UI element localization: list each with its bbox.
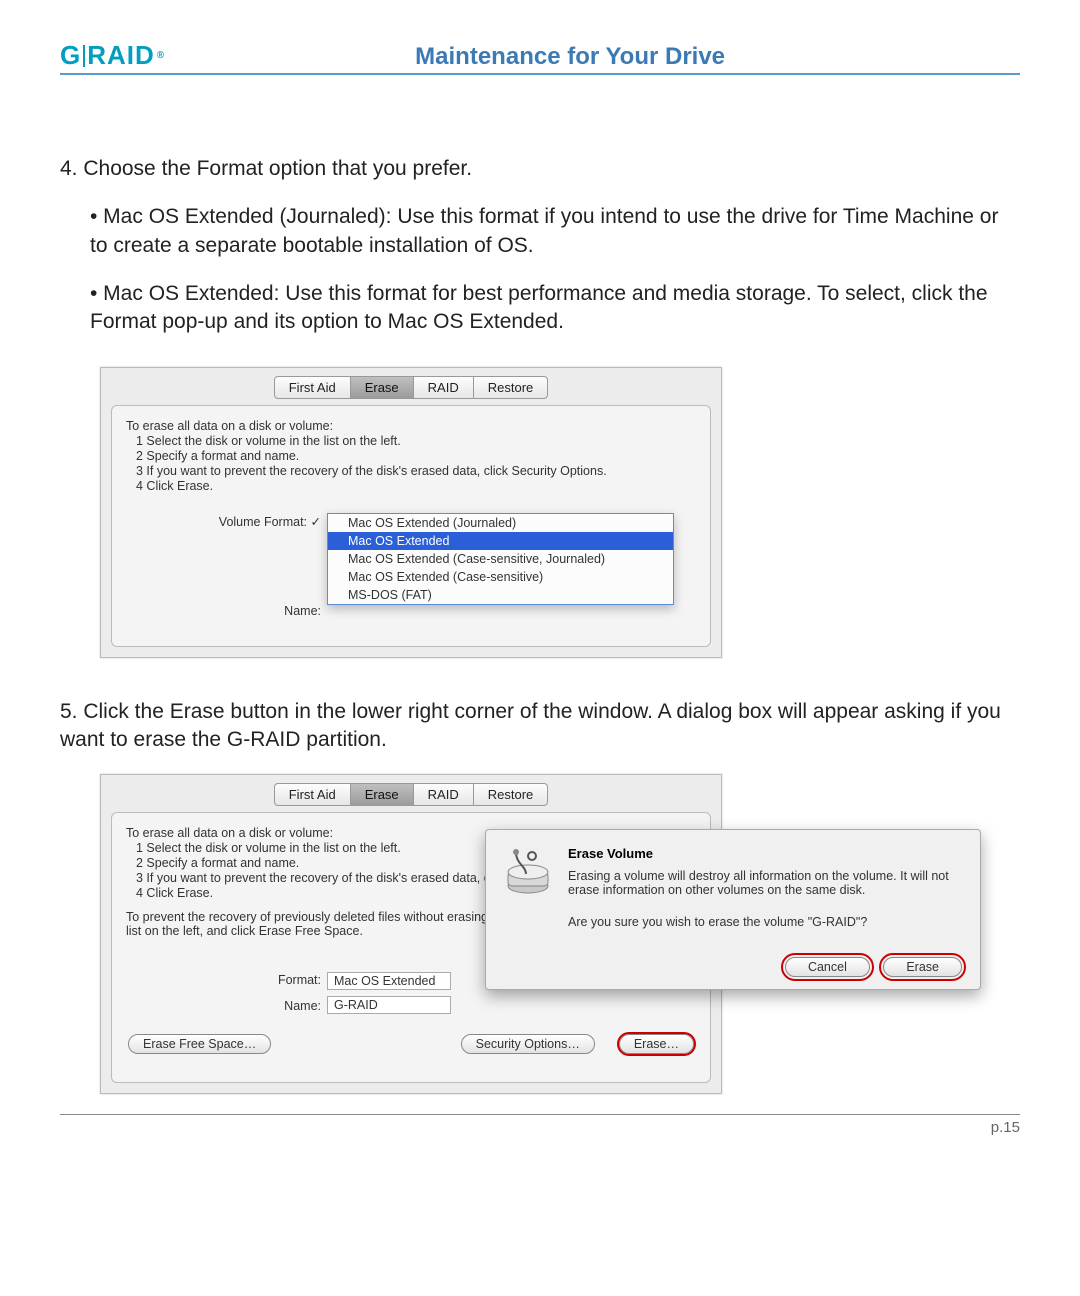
step-5: 5. Click the Erase button in the lower r… <box>60 698 1020 755</box>
option-cs[interactable]: Mac OS Extended (Case-sensitive) <box>328 568 673 586</box>
dialog-title: Erase Volume <box>568 846 962 861</box>
name-label-2: Name: <box>126 998 327 1013</box>
instr-3: 3 If you want to prevent the recovery of… <box>136 464 696 478</box>
step-4-bullets: • Mac OS Extended (Journaled): Use this … <box>90 203 1020 336</box>
format-value[interactable]: Mac OS Extended <box>327 972 451 990</box>
bullet-extended: • Mac OS Extended: Use this format for b… <box>90 280 1020 337</box>
volume-format-label-text: Volume Format: <box>219 515 307 529</box>
name-row-2: Name: G-RAID <box>126 996 696 1014</box>
format-label-2: Format: <box>126 972 327 987</box>
erase-panel: To erase all data on a disk or volume: 1… <box>111 405 711 647</box>
format-dropdown[interactable]: Mac OS Extended (Journaled) Mac OS Exten… <box>327 513 674 605</box>
page-number: p.15 <box>991 1119 1020 1136</box>
tab-restore[interactable]: Restore <box>474 377 548 398</box>
dialog-body-1: Erasing a volume will destroy all inform… <box>568 869 962 897</box>
tab-first-aid[interactable]: First Aid <box>275 377 351 398</box>
screenshot-format-dropdown: First Aid Erase RAID Restore To erase al… <box>100 367 722 658</box>
volume-format-row: Volume Format: ✓ Mac OS Extended (Journa… <box>126 513 696 605</box>
option-msdos[interactable]: MS-DOS (FAT) <box>328 586 673 604</box>
check-icon: ✓ <box>311 515 321 529</box>
body-content: 4. Choose the Format option that you pre… <box>60 155 1020 337</box>
dialog-cancel-button[interactable]: Cancel <box>785 957 870 977</box>
page-header: G RAID ® Maintenance for Your Drive <box>60 40 1020 75</box>
button-row: Erase Free Space… Security Options… Eras… <box>126 1034 696 1054</box>
tab-bar-2: First Aid Erase RAID Restore <box>101 775 721 806</box>
erase-button[interactable]: Erase… <box>619 1034 694 1054</box>
erase-free-space-button[interactable]: Erase Free Space… <box>128 1034 271 1054</box>
name-label: Name: <box>126 603 327 618</box>
instr-1: 1 Select the disk or volume in the list … <box>136 434 696 448</box>
instr-4: 4 Click Erase. <box>136 479 696 493</box>
volume-format-label: Volume Format: ✓ <box>126 513 327 529</box>
tab-erase[interactable]: Erase <box>351 377 414 398</box>
option-journaled[interactable]: Mac OS Extended (Journaled) <box>328 514 673 532</box>
screenshot-erase-dialog: First Aid Erase RAID Restore To erase al… <box>100 774 722 1094</box>
instr-2: 2 Specify a format and name. <box>136 449 696 463</box>
step-5-text: 5. Click the Erase button in the lower r… <box>60 698 1020 755</box>
bullet-journaled: • Mac OS Extended (Journaled): Use this … <box>90 203 1020 260</box>
name-input[interactable]: G-RAID <box>327 996 451 1014</box>
dialog-erase-button[interactable]: Erase <box>883 957 962 977</box>
page-footer: p.15 <box>60 1114 1020 1136</box>
page-title: Maintenance for Your Drive <box>415 43 1020 71</box>
tab-raid[interactable]: RAID <box>414 377 474 398</box>
name-row: Name: <box>126 603 696 618</box>
brand-logo: G RAID ® <box>60 40 165 71</box>
option-cs-journaled[interactable]: Mac OS Extended (Case-sensitive, Journal… <box>328 550 673 568</box>
logo-divider <box>83 45 85 67</box>
tab2-erase[interactable]: Erase <box>351 784 414 805</box>
tab2-restore[interactable]: Restore <box>474 784 548 805</box>
logo-text-right: RAID <box>87 40 155 71</box>
logo-text-left: G <box>60 40 81 71</box>
dialog-body-2: Are you sure you wish to erase the volum… <box>568 915 962 929</box>
instr-0: To erase all data on a disk or volume: <box>126 419 696 433</box>
tab2-first-aid[interactable]: First Aid <box>275 784 351 805</box>
security-options-button[interactable]: Security Options… <box>461 1034 595 1054</box>
erase-confirm-dialog: Erase Volume Erasing a volume will destr… <box>485 829 981 990</box>
step-4: 4. Choose the Format option that you pre… <box>60 155 1020 183</box>
option-extended[interactable]: Mac OS Extended <box>328 532 673 550</box>
logo-registered: ® <box>157 50 165 61</box>
tab-bar: First Aid Erase RAID Restore <box>101 368 721 399</box>
tab2-raid[interactable]: RAID <box>414 784 474 805</box>
disk-stethoscope-icon <box>502 846 554 898</box>
